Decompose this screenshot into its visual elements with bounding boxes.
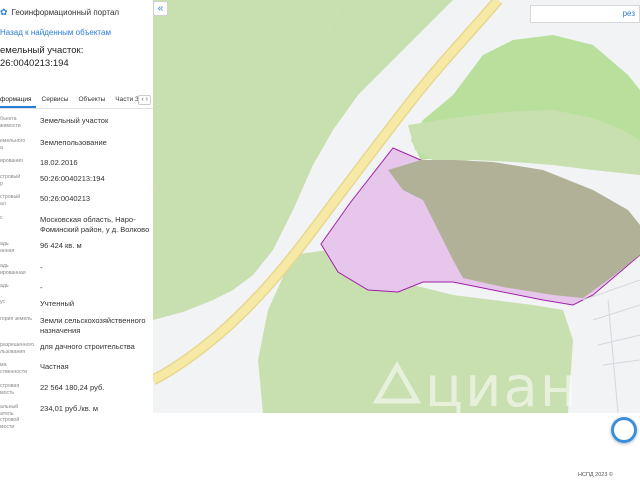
- map-view[interactable]: [153, 0, 640, 413]
- map-action-button[interactable]: [611, 417, 637, 443]
- attr-value: Земли сельскохозяйственного назначения: [40, 316, 146, 335]
- tab-objects[interactable]: Объекты: [78, 94, 109, 108]
- attr-value: Землепользование: [40, 138, 107, 147]
- attr-label: альный атель стровой мости: [0, 404, 20, 430]
- attr-label: бъекта жимости: [0, 116, 21, 129]
- object-heading: емельный участок: 26:0040213:194: [0, 44, 83, 70]
- attr-label: емельного а: [0, 138, 26, 151]
- portal-logo-icon: ✿: [0, 6, 8, 17]
- attr-label: гория земель: [0, 316, 32, 322]
- info-panel: ✿ Геоинформационный портал Назад к найде…: [0, 0, 153, 480]
- footer-copyright: НСПД 2023 ©: [578, 472, 613, 478]
- attr-value: 50:26:0040213: [40, 194, 91, 203]
- attr-value: Московская область, Наро-Фоминский район…: [40, 215, 150, 234]
- attr-label: адь ированная: [0, 263, 26, 276]
- tab-services[interactable]: Сервисы: [42, 94, 73, 108]
- attr-label: разрешенного льзования: [0, 342, 35, 355]
- attr-value: -: [40, 263, 43, 272]
- attr-label: стровый ал: [0, 194, 21, 207]
- map-search-input[interactable]: рез: [530, 5, 640, 23]
- attr-value: для дачного строительства: [40, 342, 135, 351]
- attr-value: 96 424 кв. м: [40, 241, 82, 250]
- attr-value: Земельный участок: [40, 116, 109, 125]
- object-type-title: емельный участок:: [0, 45, 84, 56]
- attr-value: Учтенный: [40, 299, 75, 308]
- attr-label: стровый р: [0, 174, 21, 187]
- attr-label: с: [0, 215, 3, 221]
- back-to-results-link[interactable]: Назад к найденным объектам: [0, 28, 111, 37]
- cian-logo-icon: [372, 360, 422, 404]
- tab-information[interactable]: формация: [0, 94, 36, 108]
- info-tabs: формация Сервисы Объекты Части ЗУ ‹ ›: [0, 94, 153, 109]
- attr-label: адь анная: [0, 241, 15, 254]
- chevron-left-right-icon[interactable]: ‹ ›: [138, 95, 151, 105]
- attr-label: адь: [0, 283, 9, 289]
- portal-title: Геоинформационный портал: [11, 7, 120, 17]
- object-cadastral-number: 26:0040213:194: [0, 58, 69, 69]
- collapse-panel-button[interactable]: «: [153, 1, 168, 16]
- attr-label: ус: [0, 299, 6, 305]
- attr-value: 234,01 руб./кв. м: [40, 404, 98, 413]
- search-link[interactable]: рез: [623, 9, 635, 18]
- attr-label: стровая мость: [0, 383, 20, 396]
- attr-value: Частная: [40, 362, 69, 371]
- watermark-text: циан: [425, 355, 579, 420]
- attr-label: ирования: [0, 158, 23, 164]
- attr-label: ма ственности: [0, 362, 28, 375]
- attr-value: 50:26:0040213:194: [40, 174, 105, 183]
- attr-value: 18.02.2016: [40, 158, 78, 167]
- attr-value: 22 564 180,24 руб.: [40, 383, 105, 392]
- map-canvas[interactable]: [153, 0, 640, 413]
- portal-header: ✿ Геоинформационный портал: [0, 4, 119, 20]
- attr-value: -: [40, 283, 43, 292]
